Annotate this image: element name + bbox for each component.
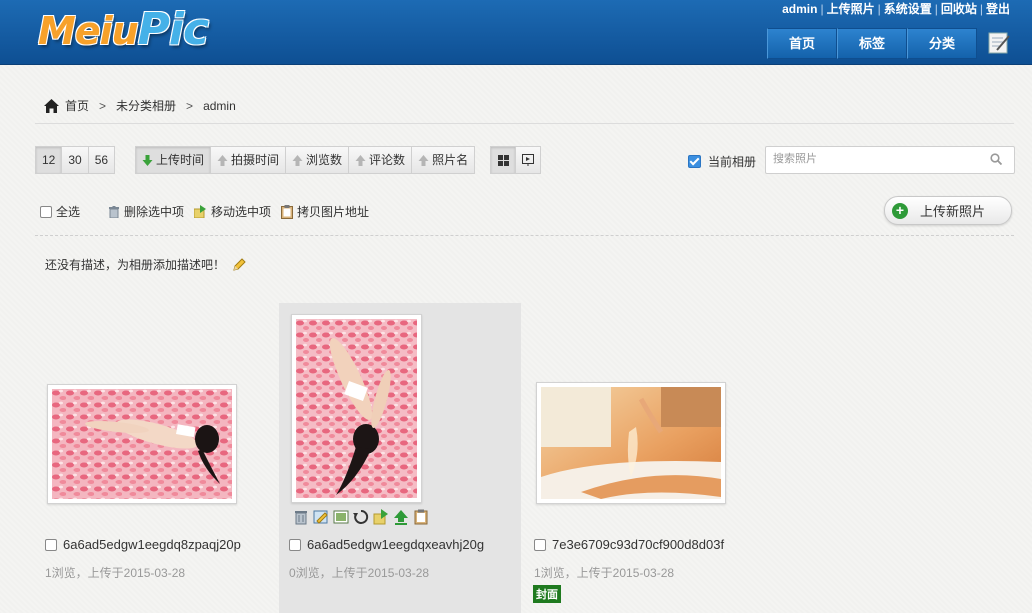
- nav-categories[interactable]: 分类: [907, 28, 977, 59]
- dashed-divider: [35, 235, 1014, 236]
- search-input[interactable]: [766, 147, 983, 171]
- user-link[interactable]: admin: [782, 2, 817, 16]
- select-all-checkbox[interactable]: [40, 205, 52, 218]
- logout-link[interactable]: 登出: [986, 2, 1010, 16]
- arrow-up-gray-icon: [418, 154, 429, 166]
- header-bar: MeiuPic admin | 上传照片 | 系统设置 | 回收站 | 登出 首页 标签 分类: [0, 0, 1032, 65]
- move-icon: [194, 205, 207, 218]
- breadcrumb-separator: >: [99, 98, 107, 113]
- sort-upload-time[interactable]: 上传时间: [135, 146, 212, 174]
- sort-views[interactable]: 浏览数: [286, 146, 350, 174]
- arrow-up-gray-icon: [292, 154, 303, 166]
- grid-icon: [497, 154, 509, 166]
- sort-comments[interactable]: 评论数: [349, 146, 413, 174]
- top-links: admin | 上传照片 | 系统设置 | 回收站 | 登出: [782, 2, 1010, 16]
- search-icon[interactable]: [990, 153, 1002, 165]
- photo-image: [296, 319, 417, 498]
- photo-checkbox[interactable]: [45, 538, 57, 551]
- rotate-icon[interactable]: [353, 509, 369, 525]
- clipboard-icon[interactable]: [413, 509, 429, 525]
- plus-icon: +: [892, 202, 908, 219]
- slideshow-icon: [522, 154, 534, 166]
- meiupic-logo[interactable]: MeiuPic: [38, 4, 209, 56]
- breadcrumb-current[interactable]: admin: [203, 99, 236, 113]
- home-icon: [44, 98, 59, 113]
- move-icon[interactable]: [373, 509, 389, 525]
- nav-tags[interactable]: 标签: [837, 28, 907, 59]
- photo-name[interactable]: 7e3e6709c93d70cf900d8d03f: [552, 537, 724, 552]
- photo-image: [52, 389, 232, 499]
- search-box: [765, 146, 1015, 174]
- image-info-icon[interactable]: [333, 509, 349, 525]
- page-size-12[interactable]: 12: [35, 146, 63, 174]
- pencil-edit-icon[interactable]: [233, 258, 246, 271]
- main-nav: 首页 标签 分类: [767, 28, 1011, 59]
- photo-image: [541, 387, 721, 499]
- photo-checkbox[interactable]: [534, 538, 546, 551]
- clipboard-icon: [281, 204, 294, 219]
- current-album-checkbox[interactable]: [688, 155, 701, 168]
- photo-name[interactable]: 6a6ad5edgw1eegdq8zpaqj20p: [63, 537, 241, 552]
- select-all[interactable]: 全选: [40, 203, 80, 220]
- trash-icon[interactable]: [293, 509, 309, 525]
- breadcrumb-separator: >: [186, 98, 194, 113]
- breadcrumb-category[interactable]: 未分类相册: [116, 97, 176, 114]
- upload-photo-link[interactable]: 上传照片: [827, 2, 875, 16]
- photo-checkbox[interactable]: [289, 538, 301, 551]
- sort-name[interactable]: 照片名: [412, 146, 476, 174]
- current-album-label: 当前相册: [708, 155, 757, 169]
- photo-thumbnail[interactable]: [47, 384, 237, 504]
- photo-meta: 1浏览，上传于2015-03-28: [45, 566, 186, 580]
- edit-image-icon[interactable]: [313, 509, 329, 525]
- batch-actions: 全选 删除选中项 移动选中项 拷贝图片地址: [40, 203, 379, 220]
- arrow-up-gray-icon: [355, 154, 366, 166]
- photo-thumbnail[interactable]: [291, 314, 422, 503]
- photo-thumbnail[interactable]: [536, 382, 726, 504]
- breadcrumb-home[interactable]: 首页: [65, 97, 89, 114]
- photo-meta: 1浏览，上传于2015-03-28: [534, 566, 675, 580]
- arrow-up-gray-icon: [217, 154, 228, 166]
- breadcrumb: 首页 > 未分类相册 > admin: [44, 97, 236, 114]
- photo-name-row: 7e3e6709c93d70cf900d8d03f: [534, 537, 759, 552]
- trash-icon: [109, 205, 120, 218]
- cover-badge: 封面: [533, 585, 561, 603]
- page-size-30[interactable]: 30: [62, 146, 89, 174]
- move-selected[interactable]: 移动选中项: [194, 203, 271, 220]
- sort-shoot-time[interactable]: 拍摄时间: [211, 146, 287, 174]
- notepad-edit-icon[interactable]: [987, 31, 1011, 55]
- arrow-down-green-icon: [142, 154, 153, 166]
- grid-view-button[interactable]: [490, 146, 516, 174]
- set-cover-icon[interactable]: [393, 509, 409, 525]
- recycle-bin-link[interactable]: 回收站: [941, 2, 977, 16]
- nav-home[interactable]: 首页: [767, 28, 837, 59]
- photo-name-row: 6a6ad5edgw1eegdq8zpaqj20p: [45, 537, 270, 552]
- upload-new-photo-button[interactable]: + 上传新照片: [884, 196, 1012, 225]
- album-description: 还没有描述，为相册添加描述吧！: [45, 256, 246, 273]
- photo-name-row: 6a6ad5edgw1eegdqxeavhj20g: [289, 537, 514, 552]
- page-size-group: 12 30 56: [35, 146, 116, 174]
- photo-tools: [293, 509, 433, 525]
- view-mode-group: [490, 146, 541, 174]
- sort-group: 上传时间 拍摄时间 浏览数 评论数 照片名: [135, 146, 476, 174]
- settings-link[interactable]: 系统设置: [884, 2, 932, 16]
- photo-name[interactable]: 6a6ad5edgw1eegdqxeavhj20g: [307, 537, 484, 552]
- photo-meta: 0浏览，上传于2015-03-28: [289, 566, 430, 580]
- copy-image-url[interactable]: 拷贝图片地址: [281, 203, 369, 220]
- delete-selected[interactable]: 删除选中项: [108, 203, 184, 220]
- divider: [35, 123, 1014, 124]
- current-album-filter[interactable]: 当前相册: [688, 153, 756, 170]
- slideshow-view-button[interactable]: [516, 146, 541, 174]
- page-size-56[interactable]: 56: [88, 146, 116, 174]
